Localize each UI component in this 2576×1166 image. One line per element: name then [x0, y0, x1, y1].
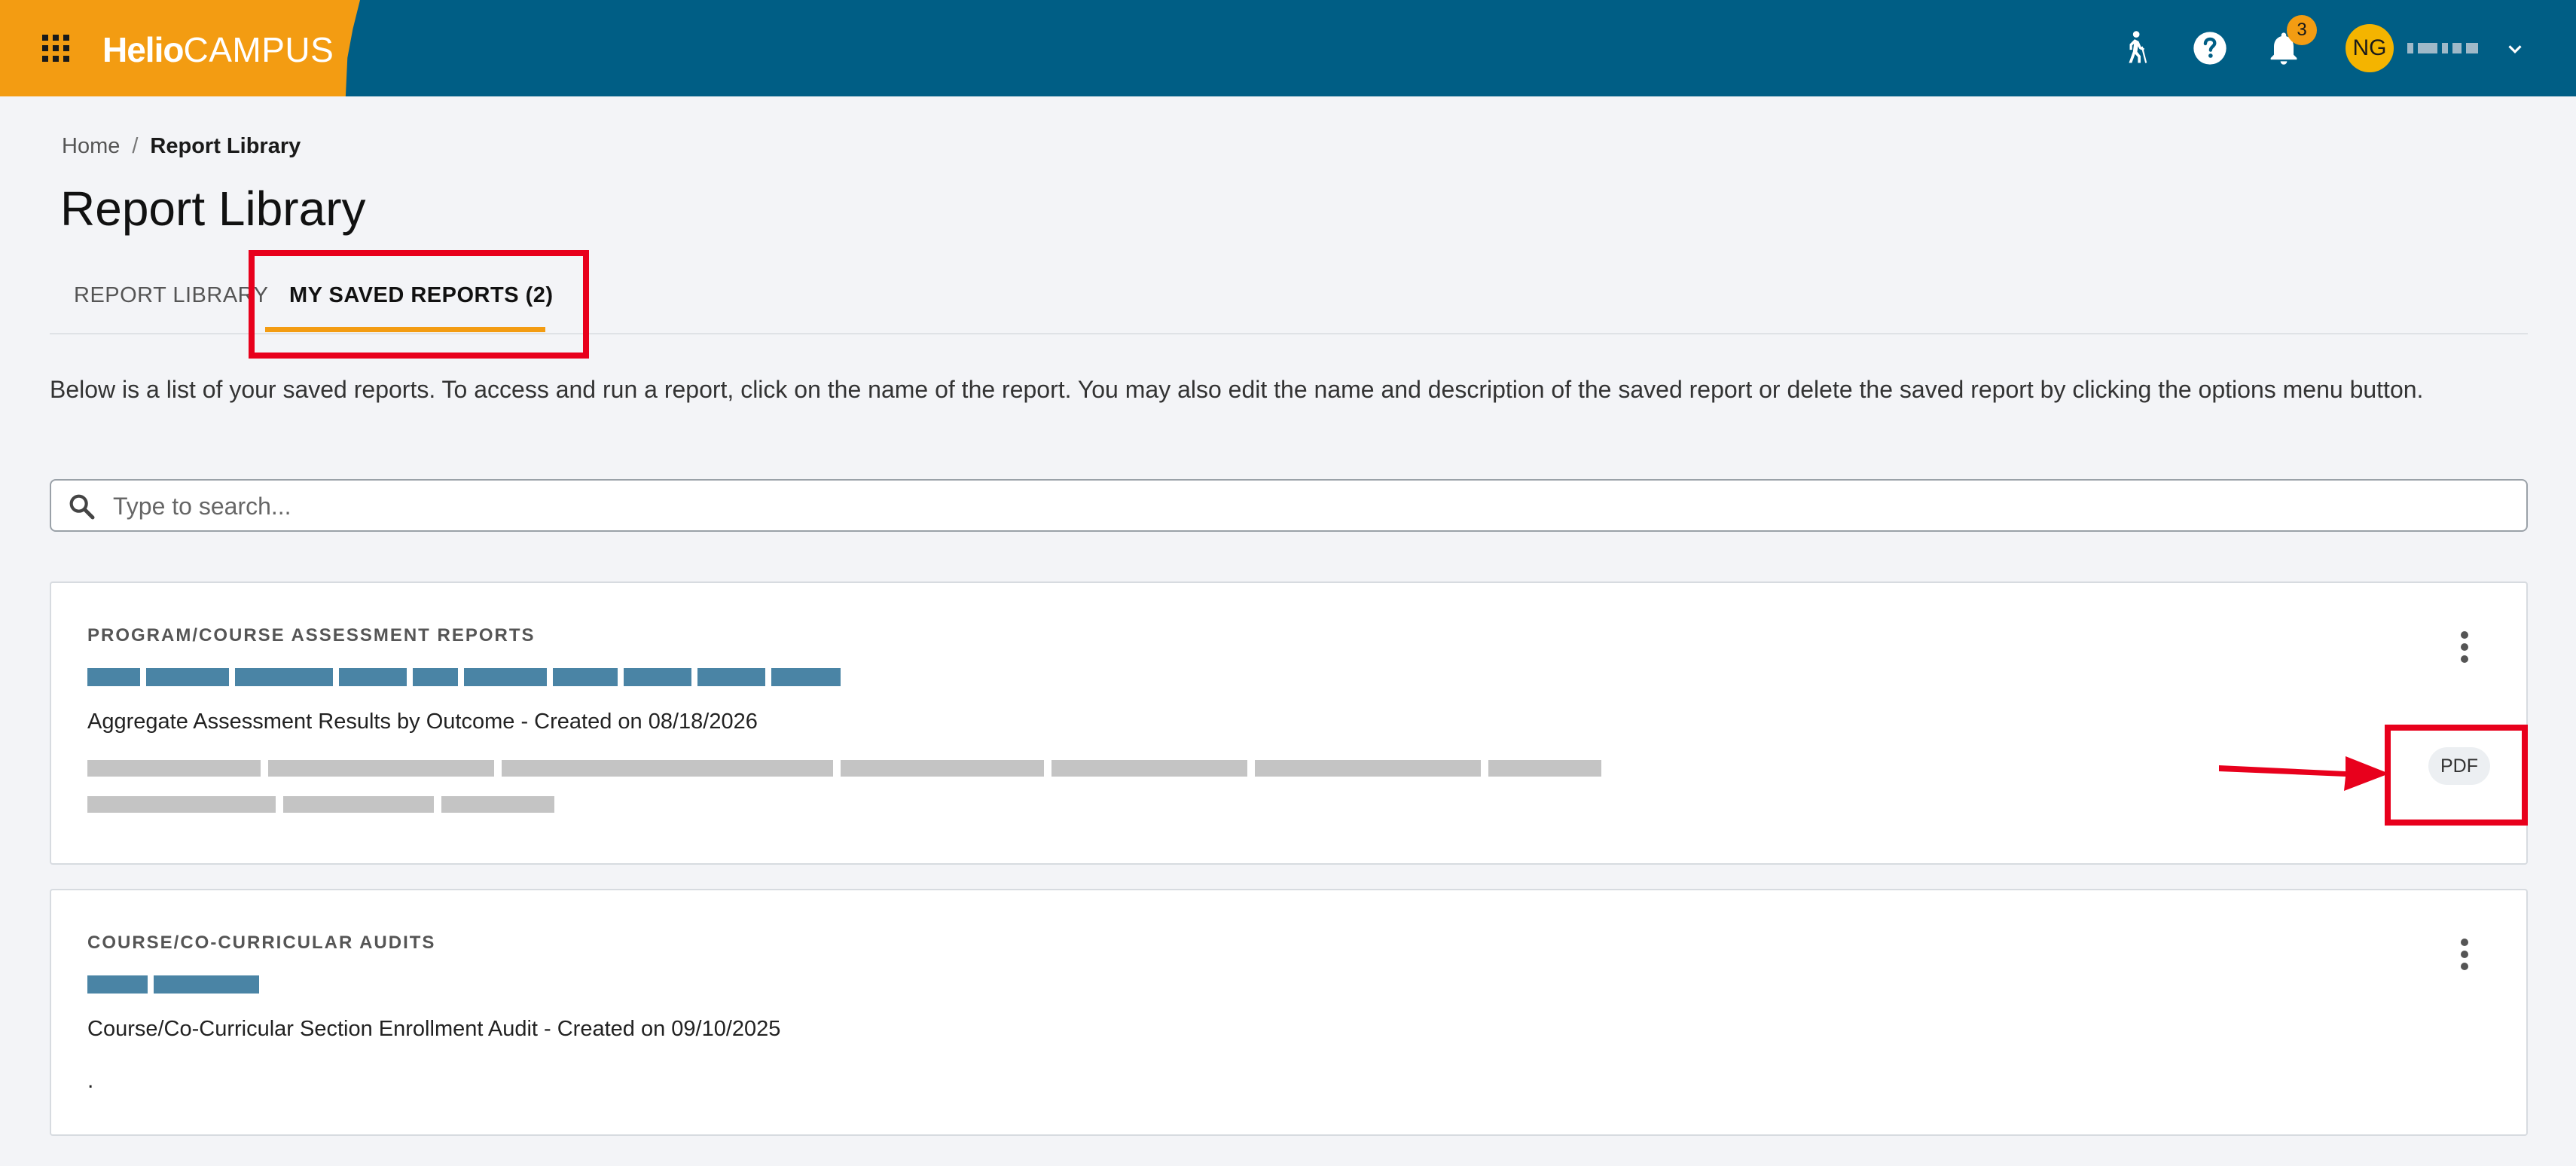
search-input[interactable] [111, 488, 2510, 524]
help-icon[interactable] [2190, 29, 2230, 68]
page-title: Report Library [60, 182, 366, 236]
report-category: COURSE/CO-CURRICULAR AUDITS [87, 932, 436, 953]
annotation-highlight-tab [249, 250, 589, 359]
breadcrumb-separator: / [132, 134, 139, 158]
breadcrumb-home-link[interactable]: Home [62, 134, 120, 158]
report-subtitle: Course/Co-Curricular Section Enrollment … [87, 1017, 781, 1041]
saved-report-card: PROGRAM/COURSE ASSESSMENT REPORTS Aggreg… [50, 581, 2528, 865]
apps-grid-icon[interactable] [42, 35, 69, 62]
walking-person-icon[interactable] [2115, 29, 2154, 68]
notification-count-badge: 3 [2287, 15, 2317, 45]
report-description-redacted-line2 [87, 794, 554, 815]
top-navigation-bar: HelioCAMPUS 3 NG [0, 0, 2576, 96]
search-box [50, 479, 2528, 532]
user-avatar[interactable]: NG [2346, 24, 2394, 72]
tab-report-library[interactable]: REPORT LIBRARY [74, 283, 268, 308]
chevron-down-icon[interactable] [2504, 38, 2526, 60]
report-description-redacted [87, 758, 1601, 779]
report-name-link-redacted[interactable] [87, 973, 259, 996]
breadcrumb: Home / Report Library [62, 134, 301, 159]
annotation-highlight-pdf [2385, 725, 2528, 826]
search-icon [69, 494, 95, 520]
heliocampus-logo[interactable]: HelioCAMPUS [102, 27, 334, 72]
report-name-link-redacted[interactable] [87, 666, 841, 688]
report-category: PROGRAM/COURSE ASSESSMENT REPORTS [87, 625, 536, 646]
report-description: . [87, 1068, 94, 1093]
report-options-menu-button[interactable] [2457, 939, 2472, 975]
annotation-arrow [2219, 756, 2389, 791]
saved-report-card: COURSE/CO-CURRICULAR AUDITS Course/Co-Cu… [50, 889, 2528, 1136]
user-name-redacted[interactable] [2407, 38, 2486, 59]
report-subtitle: Aggregate Assessment Results by Outcome … [87, 710, 758, 734]
breadcrumb-current: Report Library [150, 134, 301, 158]
page-description: Below is a list of your saved reports. T… [50, 376, 2424, 403]
report-options-menu-button[interactable] [2457, 631, 2472, 667]
